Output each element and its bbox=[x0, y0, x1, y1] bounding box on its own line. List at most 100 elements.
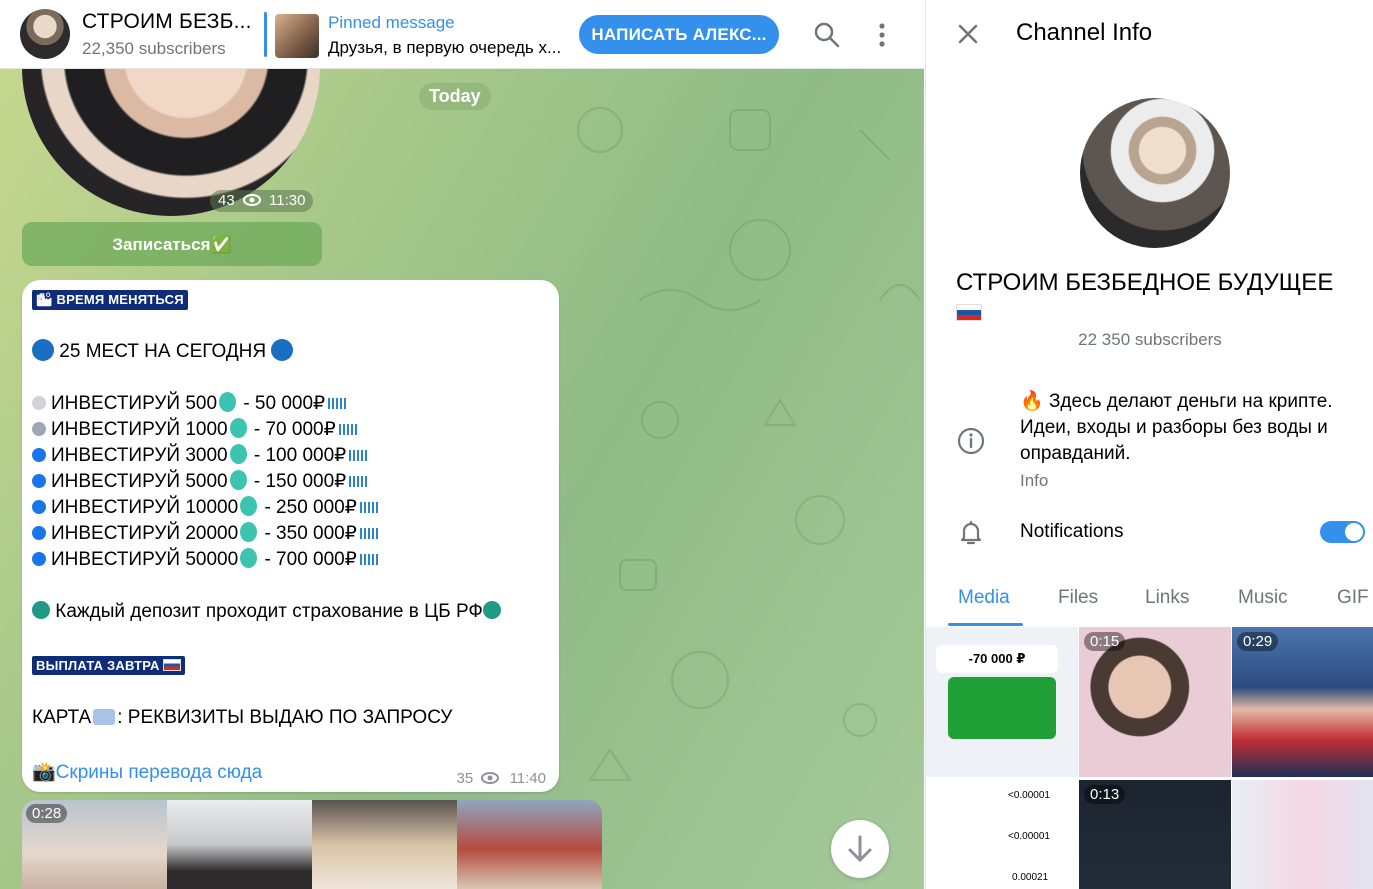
media-album[interactable] bbox=[22, 800, 602, 889]
tab-music[interactable]: Music bbox=[1238, 587, 1288, 609]
message-time: 11:30 bbox=[269, 192, 306, 209]
tab-gif[interactable]: GIF bbox=[1337, 587, 1369, 609]
chart-icon bbox=[359, 528, 380, 539]
media-thumb[interactable]: 0:29 bbox=[1232, 627, 1373, 777]
media-thumb[interactable]: 0:15 bbox=[1079, 627, 1231, 777]
tab-links[interactable]: Links bbox=[1145, 587, 1189, 609]
description-text: Здесь делают деньги на крипте. Идеи, вхо… bbox=[1020, 391, 1333, 464]
offer-row: ИНВЕСТИРУЙ 1000 - 70 000₽ bbox=[32, 418, 359, 441]
megaphone-icon bbox=[271, 339, 294, 361]
coin-icon bbox=[219, 392, 237, 412]
offer-label: ИНВЕСТИРУЙ 5000 bbox=[51, 471, 228, 492]
tag-label: ВРЕМЯ МЕНЯТЬСЯ bbox=[56, 292, 184, 307]
active-tab-indicator bbox=[948, 623, 1023, 626]
post-headline: 25 МЕСТ НА СЕГОДНЯ bbox=[59, 341, 267, 362]
video-duration: 0:29 bbox=[1237, 632, 1279, 651]
channel-description: 🔥 Здесь делают деньги на крипте. Идеи, в… bbox=[1020, 389, 1365, 467]
amount-text: -70 000 ₽ bbox=[936, 645, 1058, 673]
offer-result: - 100 000₽ bbox=[248, 445, 347, 466]
bullet-dot-icon bbox=[32, 422, 46, 436]
bullet-dot-icon bbox=[32, 474, 46, 488]
arrow-down-icon bbox=[848, 835, 872, 863]
media-grid: -70 000 ₽ 0:15 0:29 <0.00001 <0.00001 0.… bbox=[926, 627, 1373, 889]
notifications-label: Notifications bbox=[1020, 521, 1124, 542]
pinned-text[interactable]: Друзья, в первую очередь х... bbox=[328, 38, 568, 58]
chat-area: Today 43 11:30 Записаться✅ 🏙 ВРЕМЯ МЕНЯТ… bbox=[0, 0, 924, 889]
channel-name-text: СТРОИМ БЕЗБЕДНОЕ БУДУЩЕЕ bbox=[956, 269, 1334, 296]
coin-icon bbox=[240, 522, 258, 542]
offer-result: - 70 000₽ bbox=[248, 419, 336, 440]
bullet-dot-icon bbox=[32, 448, 46, 462]
tab-media[interactable]: Media bbox=[958, 587, 1010, 609]
shield-icon bbox=[32, 601, 50, 619]
russia-flag-icon bbox=[956, 304, 982, 321]
coin-icon bbox=[240, 496, 258, 516]
offer-result: - 150 000₽ bbox=[248, 471, 347, 492]
eye-icon bbox=[242, 194, 261, 206]
media-thumb[interactable]: <0.00001 <0.00001 0.00021 bbox=[926, 780, 1078, 889]
info-icon bbox=[957, 427, 985, 455]
offer-label: ИНВЕСТИРУЙ 20000 bbox=[51, 523, 239, 544]
tag-label: ВЫПЛАТА ЗАВТРА bbox=[36, 658, 160, 673]
panel-title: Channel Info bbox=[1016, 19, 1153, 46]
crypto-value: 0.00021 bbox=[1012, 872, 1049, 883]
channel-avatar[interactable] bbox=[20, 9, 70, 59]
screens-link[interactable]: Скрины перевода сюда bbox=[56, 762, 263, 783]
video-duration: 0:15 bbox=[1084, 632, 1126, 651]
message-bubble: 🏙 ВРЕМЯ МЕНЯТЬСЯ 25 МЕСТ НА СЕГОДНЯ ИНВЕ… bbox=[22, 280, 559, 792]
chart-icon bbox=[349, 450, 370, 461]
close-icon[interactable] bbox=[954, 20, 982, 48]
coin-icon bbox=[229, 444, 247, 464]
offer-label: ИНВЕСТИРУЙ 50000 bbox=[51, 549, 239, 570]
channel-title[interactable]: СТРОИМ БЕЗБ... bbox=[82, 10, 252, 34]
coin-icon bbox=[240, 548, 258, 568]
scroll-down-button[interactable] bbox=[831, 820, 889, 878]
pinned-thumbnail[interactable] bbox=[275, 14, 319, 58]
tag-time-to-change: 🏙 ВРЕМЯ МЕНЯТЬСЯ bbox=[32, 290, 188, 310]
video-duration: 0:13 bbox=[1084, 785, 1126, 804]
pinned-title[interactable]: Pinned message bbox=[328, 13, 455, 33]
notifications-toggle[interactable] bbox=[1320, 521, 1365, 543]
card-text: РЕКВИЗИТЫ ВЫДАЮ ПО ЗАПРОСУ bbox=[127, 707, 453, 728]
album-photo[interactable] bbox=[312, 800, 457, 889]
coin-icon bbox=[229, 418, 247, 438]
album-photo[interactable] bbox=[167, 800, 312, 889]
chart-icon bbox=[359, 502, 380, 513]
album-photo[interactable] bbox=[457, 800, 602, 889]
offer-label: ИНВЕСТИРУЙ 500 bbox=[51, 393, 218, 414]
message-time: 11:40 bbox=[509, 770, 546, 787]
tag-payout: ВЫПЛАТА ЗАВТРА bbox=[32, 656, 186, 675]
bullet-dot-icon bbox=[32, 500, 46, 514]
chart-icon bbox=[338, 424, 359, 435]
media-tabs: Media Files Links Music GIF bbox=[926, 585, 1373, 627]
offer-result: - 700 000₽ bbox=[259, 549, 357, 570]
subscribe-inline-button[interactable]: Записаться✅ bbox=[22, 222, 322, 266]
write-button[interactable]: НАПИСАТЬ АЛЕКС... bbox=[579, 15, 779, 54]
chart-icon bbox=[328, 398, 349, 409]
tab-files[interactable]: Files bbox=[1058, 587, 1098, 609]
shield-icon bbox=[482, 601, 501, 619]
offer-label: ИНВЕСТИРУЙ 1000 bbox=[51, 419, 228, 440]
green-card bbox=[948, 677, 1056, 739]
media-thumb[interactable]: -70 000 ₽ bbox=[926, 627, 1078, 777]
coin-icon bbox=[229, 470, 247, 490]
channel-avatar-large[interactable] bbox=[1080, 98, 1230, 248]
chat-header: СТРОИМ БЕЗБ... 22,350 subscribers Pinned… bbox=[0, 0, 924, 69]
offer-result: - 350 000₽ bbox=[259, 523, 357, 544]
offer-label: ИНВЕСТИРУЙ 10000 bbox=[51, 497, 239, 518]
media-thumb[interactable] bbox=[1232, 780, 1373, 889]
video-duration: 0:28 bbox=[26, 804, 68, 823]
date-separator: Today bbox=[419, 83, 491, 110]
message-meta: 35 11:40 bbox=[457, 770, 546, 787]
offer-row: ИНВЕСТИРУЙ 10000 - 250 000₽ bbox=[32, 496, 380, 519]
card-prefix: КАРТА bbox=[32, 707, 92, 728]
megaphone-icon bbox=[32, 339, 54, 361]
more-vertical-icon[interactable] bbox=[867, 20, 897, 50]
media-thumb[interactable]: 0:13 bbox=[1079, 780, 1231, 889]
insurance-text: Каждый депозит проходит страхование в ЦБ… bbox=[55, 601, 483, 622]
subscriber-count: 22 350 subscribers bbox=[1078, 330, 1222, 349]
channel-name: СТРОИМ БЕЗБЕДНОЕ БУДУЩЕЕ bbox=[956, 268, 1356, 328]
chart-icon bbox=[349, 476, 370, 487]
search-icon[interactable] bbox=[812, 20, 842, 50]
offer-result: - 250 000₽ bbox=[259, 497, 357, 518]
